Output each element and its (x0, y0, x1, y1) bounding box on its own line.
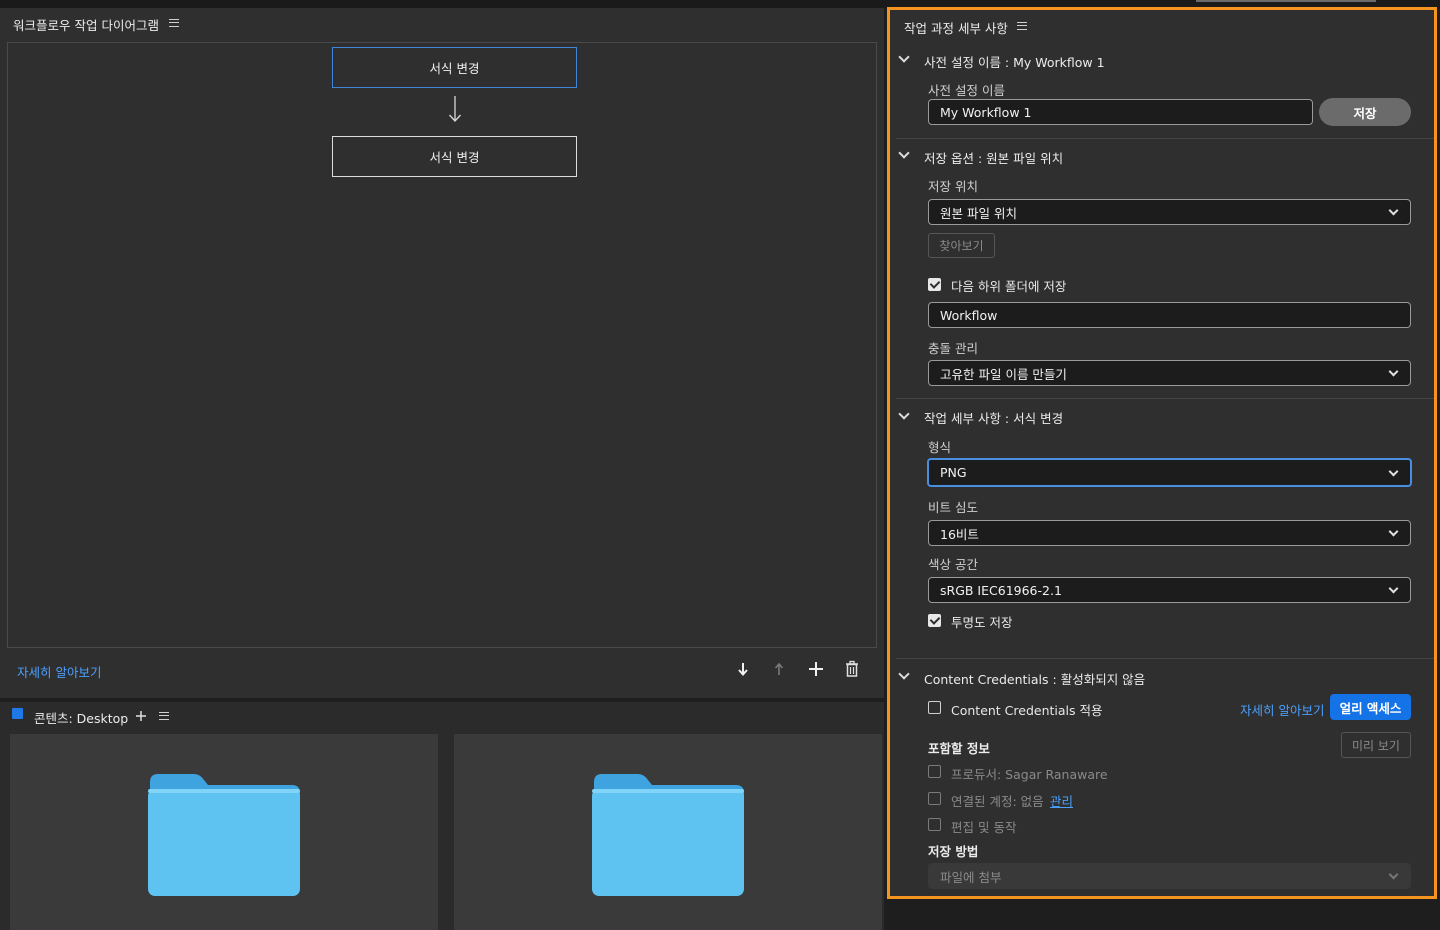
collapse-chevron-icon[interactable] (898, 147, 910, 159)
apply-credentials-label: Content Credentials 적용 (951, 703, 1103, 718)
chevron-down-icon (1388, 205, 1399, 216)
preset-section-header[interactable]: 사전 설정 이름 : My Workflow 1 (924, 52, 1105, 71)
save-options-header[interactable]: 저장 옵션 : 원본 파일 위치 (924, 148, 1063, 167)
folder-tile[interactable] (10, 734, 438, 930)
section-divider (896, 398, 1434, 399)
format-dropdown[interactable]: PNG (927, 458, 1412, 487)
save-location-value: 원본 파일 위치 (940, 205, 1017, 221)
bitdepth-value: 16비트 (940, 526, 979, 542)
subfolder-label: 다음 하위 폴더에 저장 (951, 279, 1067, 294)
transparency-label: 투명도 저장 (951, 615, 1013, 630)
collapse-chevron-icon[interactable] (898, 408, 910, 420)
diagram-node-format-change-2[interactable]: 서식 변경 (332, 136, 577, 177)
chevron-down-icon (1388, 466, 1399, 477)
format-value: PNG (940, 465, 967, 480)
section-divider (896, 138, 1434, 139)
collapse-chevron-icon[interactable] (898, 668, 910, 680)
delete-trash-icon[interactable] (844, 660, 860, 678)
move-up-icon[interactable] (771, 660, 787, 678)
details-panel-title: 작업 과정 세부 사항 (904, 21, 1008, 36)
producer-checkbox[interactable] (928, 765, 941, 778)
colorspace-label: 색상 공간 (928, 557, 978, 572)
edits-checkbox[interactable] (928, 818, 941, 831)
producer-label: 프로듀서: Sagar Ranaware (951, 767, 1108, 782)
content-panel-title: 콘텐츠: Desktop (34, 711, 129, 726)
chevron-down-icon (1388, 869, 1399, 880)
conflict-dropdown[interactable]: 고유한 파일 이름 만들기 (928, 360, 1411, 386)
preset-name-input[interactable]: My Workflow 1 (928, 99, 1313, 125)
preset-name-label: 사전 설정 이름 (928, 83, 1005, 98)
apply-credentials-checkbox[interactable] (928, 701, 941, 714)
content-panel-color-icon (12, 708, 23, 719)
workflow-panel-menu-icon[interactable] (169, 19, 179, 27)
save-method-value: 파일에 첨부 (940, 869, 1002, 885)
learn-more-link[interactable]: 자세히 알아보기 (17, 662, 101, 681)
colorspace-value: sRGB IEC61966-2.1 (940, 582, 1062, 598)
add-content-icon[interactable] (135, 710, 147, 722)
manage-link[interactable]: 관리 (1050, 791, 1073, 810)
content-panel-menu-icon[interactable] (159, 712, 169, 720)
diagram-node-format-change-1[interactable]: 서식 변경 (332, 47, 577, 88)
preview-button[interactable]: 미리 보기 (1341, 732, 1411, 758)
subfolder-checkbox[interactable] (928, 278, 941, 291)
colorspace-dropdown[interactable]: sRGB IEC61966-2.1 (928, 577, 1411, 603)
folder-icon (592, 774, 744, 896)
flow-arrow-down-icon (449, 96, 461, 122)
save-method-label: 저장 방법 (928, 844, 979, 859)
transparency-checkbox[interactable] (928, 614, 941, 627)
folder-tile[interactable] (454, 734, 882, 930)
workflow-details-panel: 작업 과정 세부 사항 사전 설정 이름 : My Workflow 1 사전 … (887, 7, 1437, 899)
save-location-dropdown[interactable]: 원본 파일 위치 (928, 199, 1411, 225)
connected-accounts-label: 연결된 계정: 없음 (951, 794, 1044, 809)
include-info-label: 포함할 정보 (928, 741, 990, 756)
chevron-down-icon (1388, 583, 1399, 594)
subfolder-input[interactable]: Workflow (928, 302, 1411, 328)
format-label: 형식 (928, 440, 952, 455)
add-task-icon[interactable] (808, 660, 824, 678)
browse-button[interactable]: 찾아보기 (928, 233, 995, 258)
edits-label: 편집 및 동작 (951, 820, 1017, 835)
save-preset-button[interactable]: 저장 (1319, 98, 1411, 126)
section-divider (896, 658, 1434, 659)
early-access-button[interactable]: 얼리 액세스 (1330, 694, 1411, 720)
conflict-value: 고유한 파일 이름 만들기 (940, 366, 1067, 382)
chevron-down-icon (1388, 366, 1399, 377)
collapse-chevron-icon[interactable] (898, 51, 910, 63)
move-down-icon[interactable] (735, 660, 751, 678)
workflow-panel-title: 워크플로우 작업 다이어그램 (13, 18, 159, 33)
save-location-label: 저장 위치 (928, 179, 978, 194)
details-panel-menu-icon[interactable] (1017, 22, 1027, 30)
diagram-canvas[interactable] (7, 42, 877, 648)
credentials-header[interactable]: Content Credentials : 활성화되지 않음 (924, 669, 1145, 688)
connected-accounts-checkbox[interactable] (928, 792, 941, 805)
task-details-header[interactable]: 작업 세부 사항 : 서식 변경 (924, 408, 1063, 427)
bitdepth-label: 비트 심도 (928, 500, 978, 515)
credentials-learn-more-link[interactable]: 자세히 알아보기 (1240, 700, 1324, 719)
chevron-down-icon (1388, 526, 1399, 537)
save-method-dropdown[interactable]: 파일에 첨부 (928, 863, 1411, 889)
conflict-label: 충돌 관리 (928, 341, 978, 356)
folder-icon (148, 774, 300, 896)
bitdepth-dropdown[interactable]: 16비트 (928, 520, 1411, 546)
